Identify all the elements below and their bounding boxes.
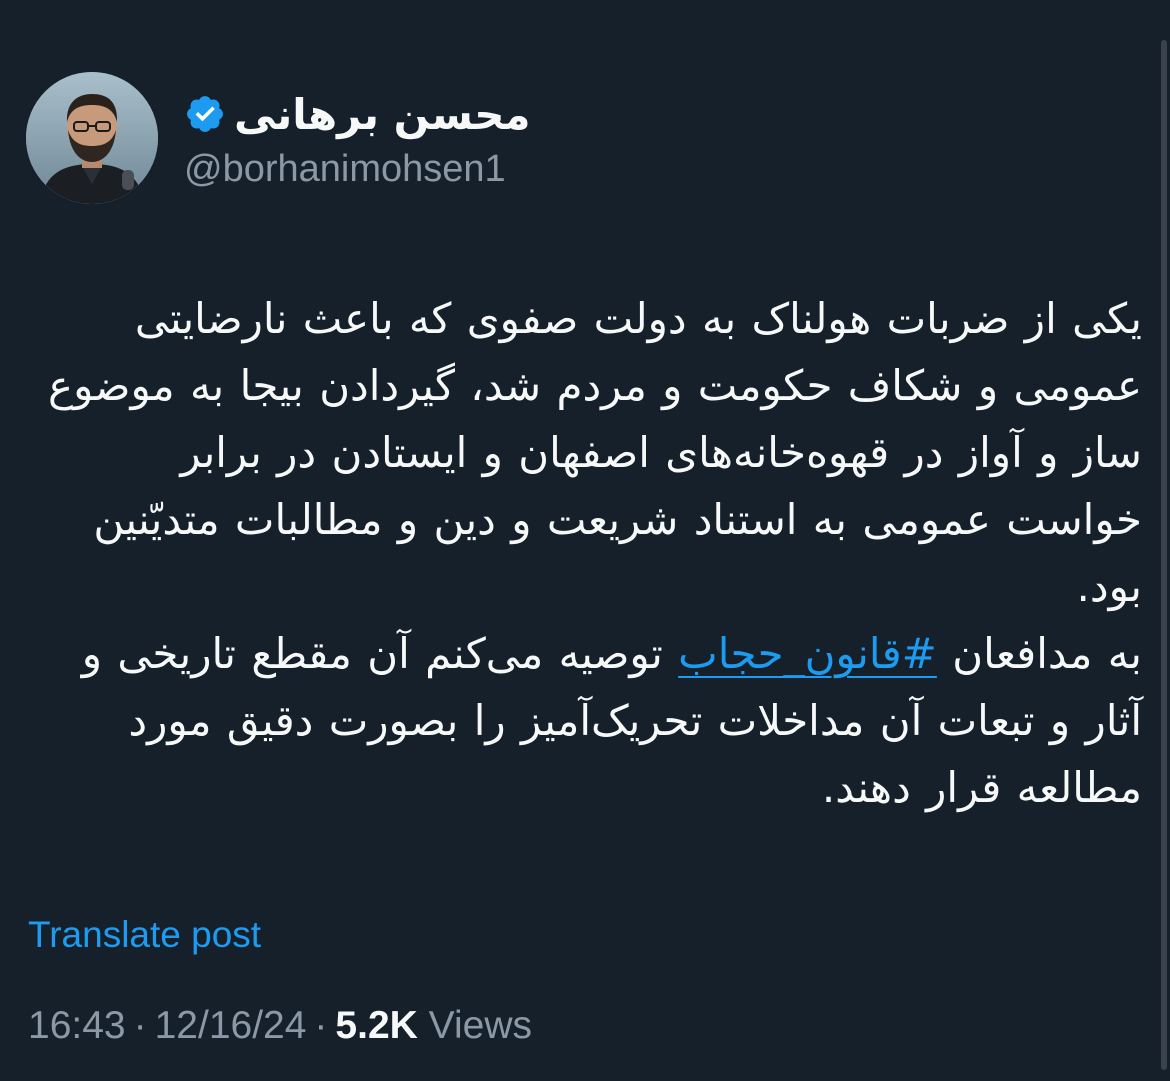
tweet-text: یکی از ضربات هولناک به دولت صفوی که باعث… (40, 285, 1142, 821)
tweet-meta: 16:43 · 12/16/24 · 5.2K Views (28, 1004, 532, 1048)
tweet-time[interactable]: 16:43 (28, 1004, 126, 1047)
tweet-date[interactable]: 12/16/24 (155, 1004, 307, 1047)
tweet-paragraph-2: به مدافعان #قانون_حجاب توصیه می‌کنم آن م… (40, 620, 1142, 821)
avatar[interactable] (26, 72, 158, 204)
tweet-paragraph-2-start: به مدافعان (936, 629, 1142, 678)
author-name[interactable]: محسن برهانی (234, 90, 530, 139)
hashtag-link[interactable]: #قانون_حجاب (678, 629, 937, 678)
tweet-paragraph-1: یکی از ضربات هولناک به دولت صفوی که باعث… (48, 294, 1142, 611)
author-handle[interactable]: @borhanimohsen1 (184, 148, 506, 191)
views-count[interactable]: 5.2K (335, 1004, 417, 1047)
verified-badge-icon (184, 93, 226, 135)
views-label: Views (428, 1004, 532, 1047)
separator-dot: · (314, 1004, 328, 1047)
separator-dot: · (133, 1004, 147, 1047)
translate-post-link[interactable]: Translate post (28, 914, 261, 956)
tweet-header: محسن برهانی @borhanimohsen1 (26, 72, 1130, 206)
author-name-row[interactable]: محسن برهانی (184, 84, 530, 144)
scrollbar[interactable] (1161, 40, 1167, 1070)
avatar-photo (26, 72, 158, 204)
